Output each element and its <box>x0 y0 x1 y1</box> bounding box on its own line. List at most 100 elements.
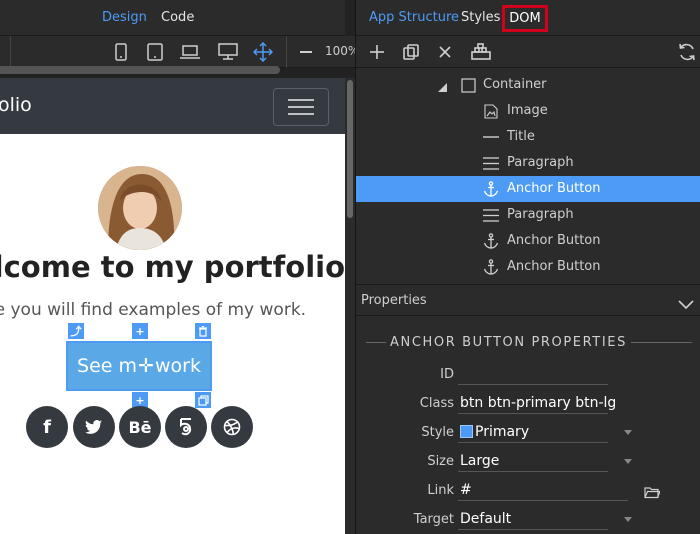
tree-row-anchor-button[interactable]: Anchor Button <box>356 228 700 254</box>
link-label: Link <box>427 483 454 498</box>
canvas-bottom <box>0 478 345 534</box>
container-icon <box>460 77 476 93</box>
avatar[interactable] <box>98 166 182 250</box>
delete-icon[interactable] <box>434 42 456 62</box>
tab-styles[interactable]: Styles <box>461 10 500 25</box>
target-select[interactable]: Default <box>460 511 511 527</box>
desktop-icon[interactable] <box>217 42 239 62</box>
500px-icon[interactable] <box>165 406 207 448</box>
anchor-icon <box>483 181 499 197</box>
tree-row-paragraph[interactable]: Paragraph <box>356 202 700 228</box>
tree-row-anchor-button-selected[interactable]: Anchor Button <box>356 176 700 202</box>
component-icon[interactable] <box>470 42 492 62</box>
tree-row-title[interactable]: Title <box>356 124 700 150</box>
horizontal-scrollbar[interactable] <box>0 66 280 74</box>
tab-dom[interactable]: DOM <box>502 5 548 32</box>
collapse-triangle-icon[interactable] <box>434 79 450 95</box>
target-label: Target <box>413 512 454 527</box>
cta-button[interactable]: See m ✛ work <box>68 343 210 389</box>
tree-row-label: Title <box>507 129 535 144</box>
add-icon[interactable] <box>366 42 388 62</box>
cta-label-tail: work <box>154 355 201 377</box>
toolbar-divider <box>286 36 287 68</box>
properties-title: Properties <box>361 293 427 308</box>
panel-toolbar <box>356 36 700 68</box>
paragraph-icon <box>483 207 499 223</box>
insert-above-icon[interactable]: + <box>132 323 148 339</box>
paragraph-icon <box>483 155 499 171</box>
panel-tab-bar: App Structure Styles DOM <box>356 0 700 36</box>
code-tab[interactable]: Code <box>161 10 194 25</box>
duplicate-icon[interactable] <box>400 42 422 62</box>
tree-row-label: Anchor Button <box>507 181 601 196</box>
field-underline <box>458 529 608 530</box>
tree-row-label: Paragraph <box>507 155 574 170</box>
style-value: Primary <box>475 424 530 440</box>
page-subtext: re you will find examples of my work. <box>0 300 307 320</box>
view-switcher-bar: Design Code <box>0 0 345 36</box>
select-parent-icon[interactable]: ⤴ <box>68 323 84 339</box>
field-underline <box>458 413 608 414</box>
behance-icon[interactable]: Bē <box>119 406 161 448</box>
move-icon[interactable] <box>252 42 274 62</box>
tree-row-anchor-button[interactable]: Anchor Button <box>356 254 700 280</box>
vertical-scrollbar[interactable] <box>347 80 353 218</box>
zoom-out-icon[interactable] <box>300 51 312 53</box>
section-divider <box>630 342 692 343</box>
class-input[interactable]: btn btn-primary btn-lg <box>460 395 616 411</box>
style-select[interactable]: Primary <box>460 424 529 440</box>
anchor-icon <box>483 259 499 275</box>
tablet-icon[interactable] <box>144 42 166 62</box>
toolbar-divider <box>10 36 11 68</box>
field-underline <box>458 442 608 443</box>
chevron-down-icon[interactable] <box>624 517 632 522</box>
twitter-icon[interactable] <box>73 406 115 448</box>
class-label: Class <box>419 396 454 411</box>
link-input[interactable]: # <box>460 482 472 498</box>
style-label: Style <box>421 425 454 440</box>
delete-element-icon[interactable] <box>195 323 211 339</box>
tab-app-structure[interactable]: App Structure <box>369 10 459 25</box>
laptop-icon[interactable] <box>179 42 201 62</box>
field-underline <box>458 384 608 385</box>
tree-row-image[interactable]: Image <box>356 98 700 124</box>
tree-row-label: Image <box>507 103 548 118</box>
tree-row-label: Paragraph <box>507 207 574 222</box>
duplicate-element-icon[interactable] <box>195 392 211 408</box>
field-underline <box>458 500 628 501</box>
title-icon <box>483 129 499 145</box>
navbar-brand[interactable]: olio <box>0 94 32 116</box>
chevron-down-icon[interactable] <box>624 430 632 435</box>
size-select[interactable]: Large <box>460 453 499 469</box>
dribbble-icon[interactable] <box>211 406 253 448</box>
properties-panel: ANCHOR BUTTON PROPERTIES ID Class btn bt… <box>356 316 700 534</box>
chevron-down-icon[interactable] <box>678 295 694 314</box>
page-headline: elcome to my portfolio <box>0 250 345 284</box>
design-canvas: olio elcome to my portfolio re you will … <box>0 78 345 478</box>
facebook-icon[interactable]: f <box>26 406 68 448</box>
design-tab[interactable]: Design <box>102 10 147 25</box>
navbar-toggler-button[interactable] <box>273 88 329 126</box>
image-icon <box>483 103 499 119</box>
id-label: ID <box>440 367 454 382</box>
properties-header[interactable]: Properties <box>356 284 700 316</box>
field-underline <box>458 471 608 472</box>
primary-swatch <box>460 425 473 438</box>
tree-row-container[interactable]: Container <box>356 72 700 98</box>
chevron-down-icon[interactable] <box>624 459 632 464</box>
tree-row-label: Container <box>483 77 547 92</box>
preview-navbar: olio <box>0 78 345 134</box>
move-handle-icon[interactable]: ✛ <box>138 355 154 377</box>
tree-row-paragraph[interactable]: Paragraph <box>356 150 700 176</box>
anchor-icon <box>483 233 499 249</box>
dom-tree: Container Image Title Paragraph Anchor B… <box>356 68 700 284</box>
size-label: Size <box>427 454 454 469</box>
device-toolbar: 100% <box>0 36 359 68</box>
phone-icon[interactable] <box>110 42 132 62</box>
folder-icon[interactable] <box>644 484 661 503</box>
tree-row-label: Anchor Button <box>507 259 601 274</box>
refresh-icon[interactable] <box>676 42 698 62</box>
section-title: ANCHOR BUTTON PROPERTIES <box>386 335 631 350</box>
tree-row-label: Anchor Button <box>507 233 601 248</box>
cta-label: See m <box>77 355 138 377</box>
